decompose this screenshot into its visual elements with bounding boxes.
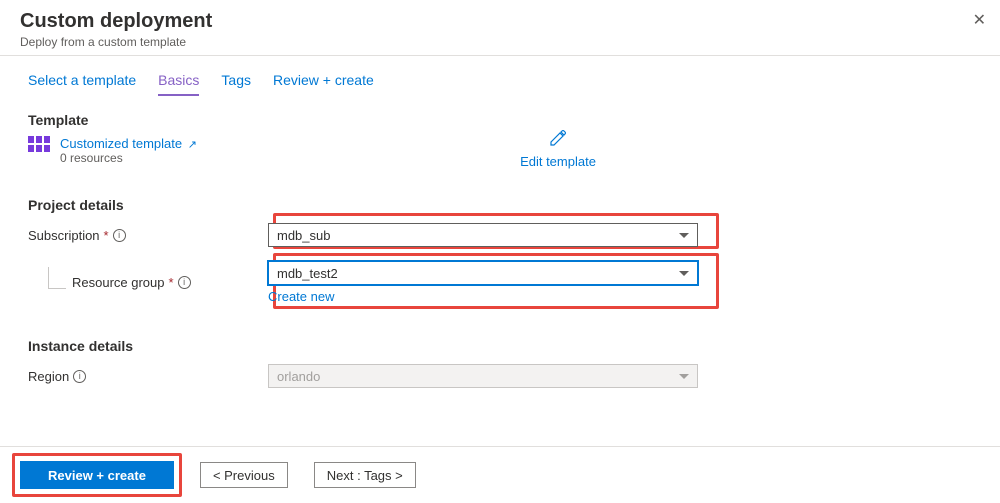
chevron-down-icon [679,233,689,238]
next-button[interactable]: Next : Tags > [314,462,416,488]
region-select: orlando [268,364,698,388]
customized-template-label: Customized template [60,136,182,151]
edit-template-area[interactable]: Edit template [498,129,618,169]
info-icon[interactable]: i [113,229,126,242]
edit-template-label: Edit template [498,154,618,169]
info-icon[interactable]: i [178,276,191,289]
chevron-down-icon [679,374,689,379]
previous-button[interactable]: < Previous [200,462,288,488]
project-details-title: Project details [28,197,972,213]
resource-group-value: mdb_test2 [277,266,338,281]
template-section-title: Template [28,112,972,128]
project-details: Project details Subscription * i mdb_sub [28,197,972,304]
region-label: Region [28,369,69,384]
header: Custom deployment Deploy from a custom t… [0,0,1000,56]
pencil-icon [498,129,618,152]
instance-details: Instance details Region i orlando [28,338,972,390]
customized-template-link[interactable]: Customized template ↗ [60,136,197,151]
review-create-button[interactable]: Review + create [20,461,174,489]
tab-basics[interactable]: Basics [158,72,199,96]
tab-tags[interactable]: Tags [221,72,251,96]
info-icon[interactable]: i [73,370,86,383]
resource-group-label: Resource group [72,275,165,290]
subscription-select[interactable]: mdb_sub [268,223,698,247]
page-title: Custom deployment [20,10,980,33]
footer: Review + create < Previous Next : Tags > [0,446,1000,503]
chevron-down-icon [679,271,689,276]
region-value: orlando [277,369,320,384]
external-link-icon: ↗ [188,139,197,151]
resource-group-select[interactable]: mdb_test2 [268,261,698,285]
instance-details-title: Instance details [28,338,972,354]
close-icon[interactable]: ✕ [973,10,986,30]
required-asterisk: * [104,228,109,243]
tree-connector [48,267,66,289]
template-tiles-icon [28,136,50,154]
required-asterisk: * [169,275,174,290]
tab-select-template[interactable]: Select a template [28,72,136,96]
subscription-value: mdb_sub [277,228,330,243]
create-new-link[interactable]: Create new [268,289,698,304]
content: Template Customized template ↗ 0 resourc… [0,96,1000,390]
tab-review-create[interactable]: Review + create [273,72,374,96]
subscription-label: Subscription [28,228,100,243]
tabs: Select a template Basics Tags Review + c… [0,72,1000,96]
template-resources: 0 resources [60,151,197,165]
page-subtitle: Deploy from a custom template [20,35,980,49]
